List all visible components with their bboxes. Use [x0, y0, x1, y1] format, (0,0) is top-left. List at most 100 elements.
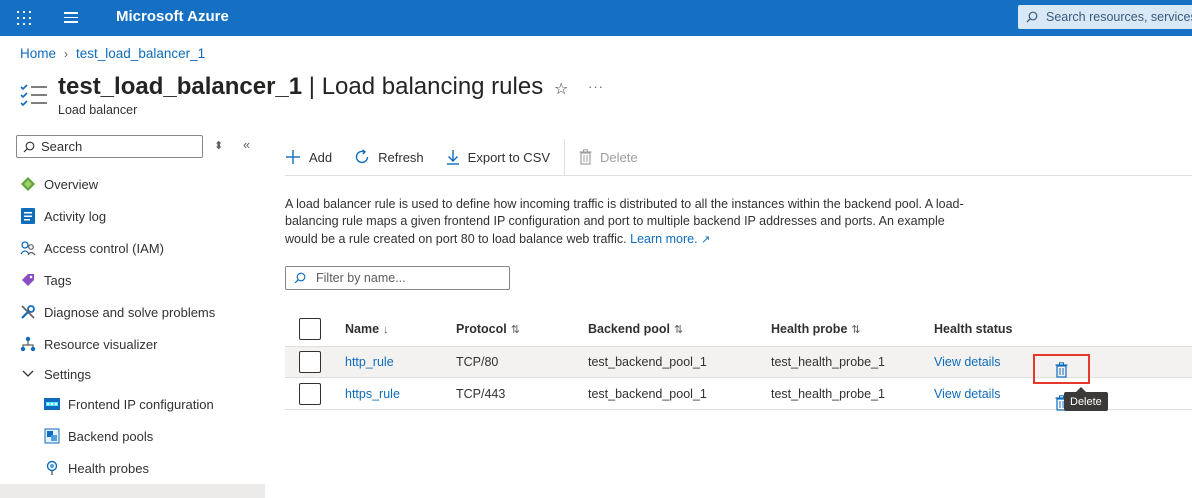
page-title-separator: | — [302, 73, 322, 100]
delete-button[interactable]: Delete — [579, 149, 638, 165]
iam-icon — [20, 240, 36, 256]
sort-down-icon: ↓ — [383, 324, 389, 336]
rule-name-link[interactable]: http_rule — [345, 355, 394, 369]
view-details-link[interactable]: View details — [934, 387, 1000, 401]
column-label: Health probe — [771, 322, 848, 336]
description-text: A load balancer rule is used to define h… — [285, 197, 964, 246]
brand-title[interactable]: Microsoft Azure — [116, 8, 229, 25]
sidebar-item-tags[interactable]: Tags — [0, 264, 265, 296]
page-title-section: Load balancing rules — [321, 73, 544, 100]
sort-icon: ⇅ — [510, 324, 520, 336]
column-label: Protocol — [456, 322, 507, 336]
column-header-backend-pool[interactable]: Backend pool ⇅ — [588, 322, 683, 336]
external-link-icon: ↗ — [701, 233, 711, 246]
sidebar-item-access-control[interactable]: Access control (IAM) — [0, 232, 265, 264]
highlight-box — [1033, 354, 1090, 384]
visualizer-icon — [20, 336, 36, 352]
chevron-down-icon — [20, 366, 36, 382]
sort-icon: ⇅ — [851, 324, 861, 336]
command-bar: Add Refresh Export to CSV Delete — [285, 139, 660, 175]
sidebar-item-label: Frontend IP configuration — [68, 396, 214, 412]
load-balancing-rules-icon — [20, 84, 47, 107]
learn-more-link[interactable]: Learn more. — [630, 232, 697, 246]
column-header-health-status: Health status — [934, 322, 1013, 336]
rule-name-link[interactable]: https_rule — [345, 387, 400, 401]
wrench-icon — [20, 304, 36, 320]
sidebar-item-resource-visualizer[interactable]: Resource visualizer — [0, 328, 265, 360]
sidebar-item-label: Activity log — [44, 208, 107, 224]
sidebar-item-selected[interactable] — [0, 484, 265, 498]
sidebar-item-label: Backend pools — [68, 428, 154, 444]
top-bar: Microsoft Azure Search resources, servic… — [0, 0, 1192, 36]
column-header-health-probe[interactable]: Health probe ⇅ — [771, 322, 861, 336]
sidebar-item-label: Resource visualizer — [44, 336, 158, 352]
download-icon — [446, 149, 460, 165]
sidebar-item-diagnose[interactable]: Diagnose and solve problems — [0, 296, 265, 328]
menu-icon[interactable] — [64, 12, 78, 23]
sidebar-item-label: Diagnose and solve problems — [44, 304, 216, 320]
expand-collapse-icon[interactable]: ⬍ — [214, 139, 223, 152]
column-label: Name — [345, 322, 380, 336]
delete-tooltip: Delete — [1064, 387, 1108, 411]
plus-icon — [285, 149, 301, 165]
sidebar-nav: Overview Activity log Access control (IA… — [0, 168, 265, 498]
more-options-icon[interactable]: ··· — [588, 79, 604, 94]
select-all-checkbox[interactable] — [299, 318, 321, 340]
collapse-sidebar-icon[interactable]: « — [243, 137, 250, 152]
overview-icon — [20, 176, 36, 192]
row-checkbox[interactable] — [299, 382, 321, 405]
search-icon — [23, 141, 35, 152]
refresh-icon — [354, 149, 370, 165]
row-checkbox[interactable] — [299, 351, 321, 373]
filter-by-name-input[interactable]: Filter by name... — [285, 266, 510, 290]
sidebar-item-label: Access control (IAM) — [44, 240, 164, 256]
sidebar-item-frontend-ip[interactable]: Frontend IP configuration — [0, 388, 265, 420]
column-label: Backend pool — [588, 322, 670, 336]
rule-health-probe: test_health_probe_1 — [771, 386, 885, 401]
column-header-protocol[interactable]: Protocol ⇅ — [456, 322, 520, 336]
favorite-star-icon[interactable]: ☆ — [554, 79, 568, 99]
refresh-button-label: Refresh — [378, 149, 424, 165]
sidebar-item-label: Overview — [44, 176, 99, 192]
health-probe-icon — [44, 460, 60, 476]
toolbar-separator — [285, 175, 1192, 176]
sidebar-search-input[interactable]: Search — [16, 135, 203, 158]
sidebar-item-backend-pools[interactable]: Backend pools — [0, 420, 265, 452]
rule-protocol: TCP/443 — [456, 386, 506, 401]
rule-health-probe: test_health_probe_1 — [771, 355, 885, 369]
sidebar-group-settings[interactable]: Settings — [0, 360, 265, 388]
sort-icon: ⇅ — [673, 324, 684, 336]
breadcrumb: Home › test_load_balancer_1 — [20, 46, 205, 61]
breadcrumb-home[interactable]: Home — [20, 46, 56, 61]
table-header-row: Name ↓ Protocol ⇅ Backend pool ⇅ Health pro… — [285, 312, 1192, 346]
search-icon — [294, 272, 306, 284]
sidebar-item-overview[interactable]: Overview — [0, 168, 265, 200]
activity-log-icon — [20, 208, 36, 224]
tag-icon — [20, 272, 36, 288]
backend-pool-icon — [44, 428, 60, 444]
app-launcher-icon[interactable] — [17, 11, 31, 25]
page-title-resource: test_load_balancer_1 — [58, 73, 303, 100]
export-csv-button[interactable]: Export to CSV — [446, 149, 550, 165]
sidebar-item-label: Settings — [44, 366, 91, 382]
page-subtitle: Load balancer — [58, 103, 138, 117]
view-details-link[interactable]: View details — [934, 355, 1000, 369]
add-button-label: Add — [309, 149, 333, 165]
toolbar-divider — [564, 139, 566, 175]
sidebar-search-placeholder: Search — [41, 139, 83, 154]
global-search-input[interactable]: Search resources, services — [1018, 5, 1192, 29]
frontend-ip-icon — [44, 396, 60, 412]
chevron-right-icon: › — [64, 46, 69, 61]
sidebar-item-label: Tags — [44, 272, 72, 288]
export-csv-label: Export to CSV — [467, 149, 551, 165]
delete-button-label: Delete — [600, 149, 638, 165]
rule-protocol: TCP/80 — [456, 355, 499, 369]
page-description: A load balancer rule is used to define h… — [285, 196, 975, 249]
add-button[interactable]: Add — [285, 149, 332, 165]
search-icon — [1026, 11, 1038, 23]
sidebar-item-health-probes[interactable]: Health probes — [0, 452, 265, 484]
breadcrumb-resource[interactable]: test_load_balancer_1 — [76, 46, 205, 61]
refresh-button[interactable]: Refresh — [354, 149, 424, 165]
column-header-name[interactable]: Name ↓ — [345, 322, 389, 336]
sidebar-item-activity-log[interactable]: Activity log — [0, 200, 265, 232]
